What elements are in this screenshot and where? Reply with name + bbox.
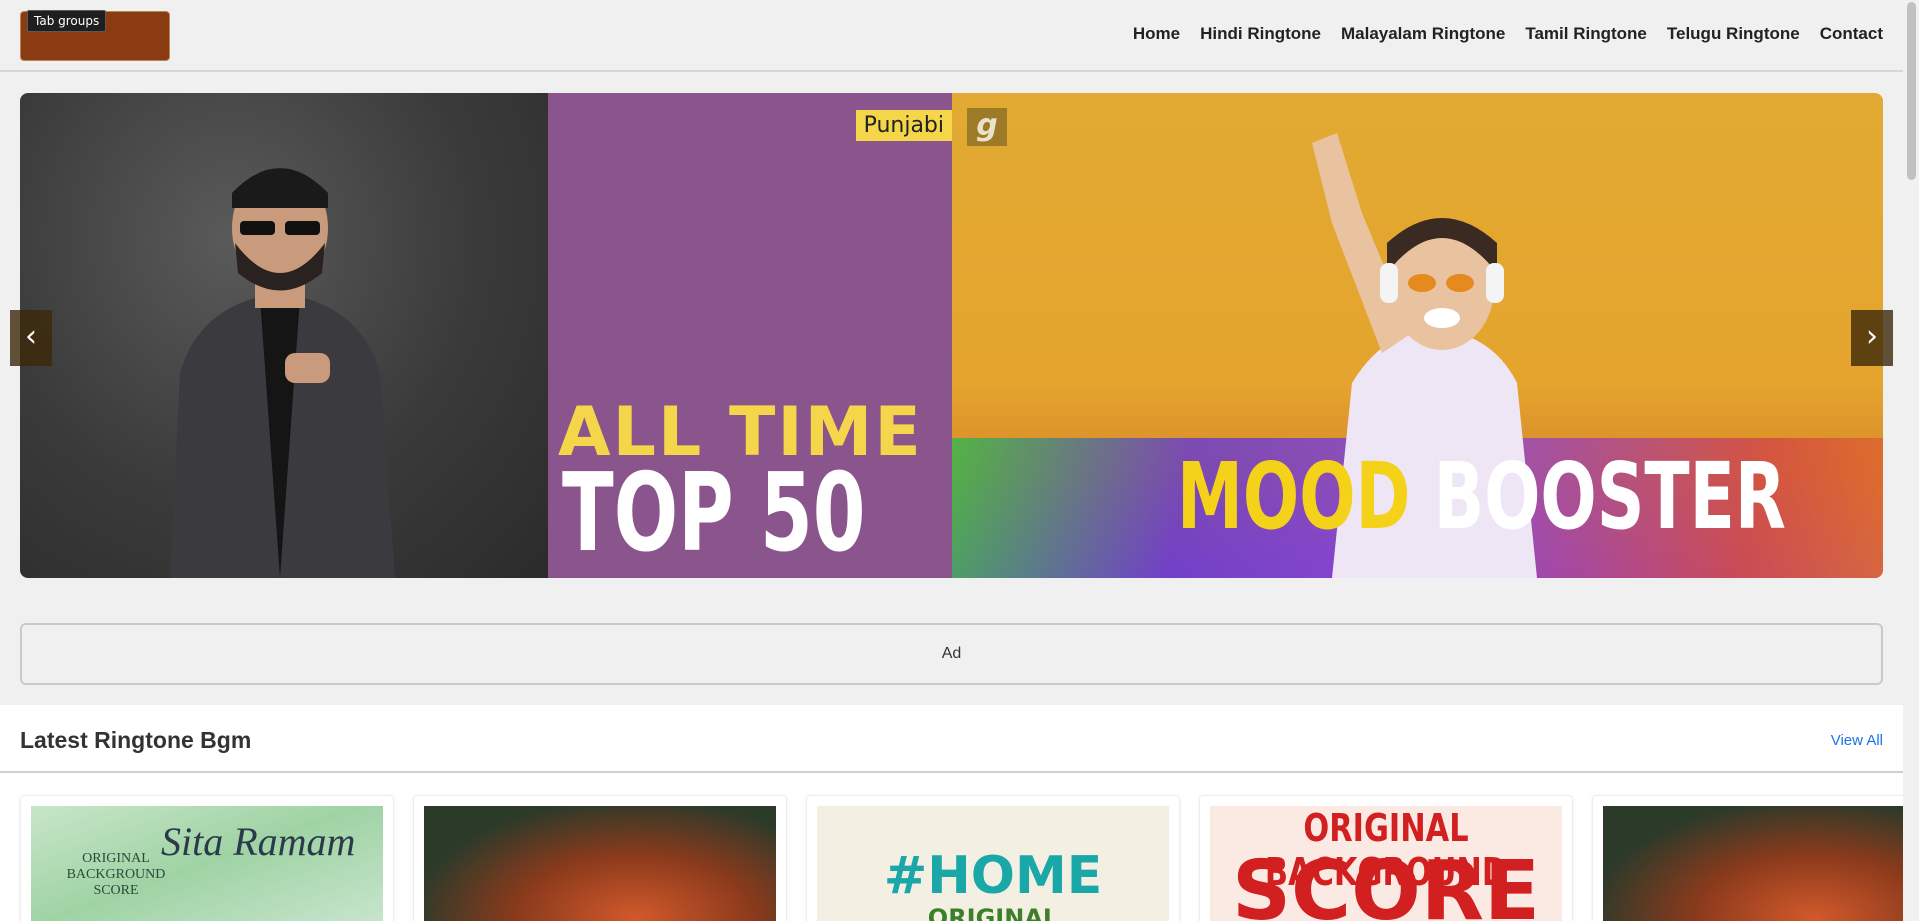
carousel-slide-punjabi-top50[interactable]: Punjabi ALL TIME TOP 50 — [20, 93, 952, 578]
nav-contact[interactable]: Contact — [1820, 24, 1883, 44]
carousel-slide-mood-booster[interactable]: g MOOD BOOSTER — [952, 93, 1883, 578]
album-cover — [424, 806, 776, 921]
slide-title: MOOD BOOSTER — [1177, 443, 1786, 550]
nav-tamil-ringtone[interactable]: Tamil Ringtone — [1525, 24, 1647, 44]
artist-illustration — [170, 168, 395, 578]
album-cover: ORIGINAL BACKGROUND SCORE Sita Ramam — [31, 806, 383, 921]
ringtone-card[interactable] — [413, 795, 787, 921]
hero-carousel: Punjabi ALL TIME TOP 50 g MOOD BOOSTER — [20, 93, 1883, 578]
page: Tab groups Home Hindi Ringtone Malayalam… — [0, 0, 1903, 921]
tab-groups-tooltip: Tab groups — [27, 10, 107, 32]
nav-home[interactable]: Home — [1133, 24, 1180, 44]
section-title: Latest Ringtone Bgm — [20, 727, 252, 753]
slide-title-line2: TOP 50 — [562, 451, 866, 576]
nav-malayalam-ringtone[interactable]: Malayalam Ringtone — [1341, 24, 1505, 44]
slide-title-word2: BOOSTER — [1433, 443, 1786, 550]
album-cover-title: SCORE — [1231, 844, 1541, 921]
album-cover-title: Sita Ramam — [161, 819, 356, 864]
carousel-prev-button[interactable]: ‹ — [10, 310, 52, 366]
album-cover-caption: ORIGINAL — [927, 904, 1059, 921]
main-nav: Home Hindi Ringtone Malayalam Ringtone T… — [1133, 24, 1883, 44]
album-cover: #HOME ORIGINAL — [817, 806, 1169, 921]
ringtone-card[interactable]: ORIGINAL BACKGROUND SCORE Sita Ramam — [20, 795, 394, 921]
album-cover: ORIGINAL BACKGROUND SCORE — [1210, 806, 1562, 921]
punjabi-tag: Punjabi — [855, 110, 952, 141]
ringtone-card[interactable]: #HOME ORIGINAL — [806, 795, 1180, 921]
album-cover-title: #HOME — [883, 846, 1103, 906]
album-cover — [1603, 806, 1903, 921]
ringtone-card[interactable]: ORIGINAL BACKGROUND SCORE — [1199, 795, 1573, 921]
scrollbar-thumb[interactable] — [1907, 2, 1916, 180]
nav-telugu-ringtone[interactable]: Telugu Ringtone — [1667, 24, 1800, 44]
ad-slot[interactable]: Ad — [20, 623, 1883, 685]
artist-photo — [20, 93, 548, 578]
section-header: Latest Ringtone Bgm View All — [0, 705, 1903, 773]
slide-title-panel: Punjabi ALL TIME TOP 50 — [548, 93, 952, 578]
site-header: Tab groups Home Hindi Ringtone Malayalam… — [0, 0, 1903, 72]
carousel-next-button[interactable]: › — [1851, 310, 1893, 366]
latest-ringtone-section: Latest Ringtone Bgm View All ORIGINAL BA… — [0, 705, 1903, 921]
slide-title-word1: MOOD — [1177, 443, 1411, 550]
ringtone-card-list: ORIGINAL BACKGROUND SCORE Sita Ramam #HO… — [0, 795, 1903, 921]
nav-hindi-ringtone[interactable]: Hindi Ringtone — [1200, 24, 1321, 44]
page-scrollbar[interactable] — [1903, 0, 1919, 921]
ringtone-card[interactable] — [1592, 795, 1903, 921]
gaana-logo-icon: g — [967, 108, 1007, 146]
view-all-link[interactable]: View All — [1831, 732, 1883, 749]
